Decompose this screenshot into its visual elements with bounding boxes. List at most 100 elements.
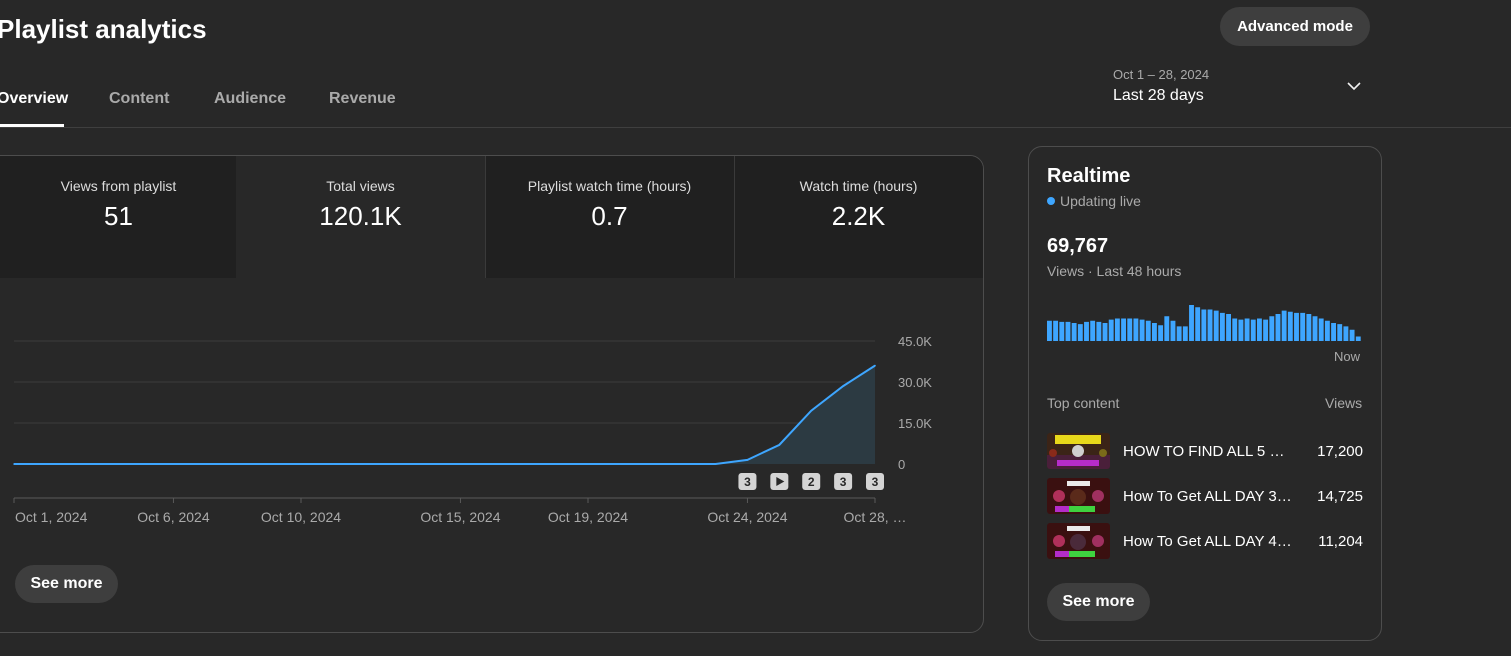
tab-content[interactable]: Content (109, 90, 169, 108)
realtime-bar (1133, 318, 1139, 341)
metric-label: Watch time (hours) (799, 178, 918, 194)
views-column-label: Views (1325, 395, 1363, 411)
annotation-marker-label: 3 (840, 475, 847, 489)
video-views: 17,200 (1317, 443, 1363, 460)
realtime-status-text: Updating live (1060, 193, 1141, 209)
data-point (13, 463, 15, 465)
realtime-bar (1306, 314, 1312, 341)
realtime-bar (1318, 318, 1324, 341)
annotation-marker-label: 3 (872, 475, 879, 489)
metric-divider (734, 156, 735, 278)
data-point (332, 463, 334, 465)
realtime-bar (1275, 314, 1281, 341)
metric-value: 120.1K (319, 201, 402, 231)
top-content-label: Top content (1047, 395, 1120, 411)
realtime-bar (1065, 321, 1071, 341)
data-point (395, 463, 398, 465)
top-content-item[interactable]: HOW TO FIND ALL 5 SKULLS 17,200 (1047, 433, 1363, 471)
realtime-bar (1263, 319, 1269, 341)
realtime-bar (1201, 309, 1207, 341)
metric-playlist-watch-time[interactable]: Playlist watch time (hours) 0.7 (485, 156, 734, 278)
data-point (746, 459, 749, 461)
annotation-marker-label: 2 (808, 475, 815, 489)
realtime-bar (1139, 319, 1145, 341)
realtime-bar (1349, 329, 1355, 341)
video-thumbnail (1047, 523, 1110, 559)
tab-overview[interactable]: Overview (0, 90, 68, 108)
data-point (236, 463, 239, 465)
metric-divider (485, 156, 486, 278)
series-line (14, 364, 876, 465)
realtime-bar (1331, 323, 1336, 341)
data-point (204, 463, 207, 465)
data-point (714, 463, 717, 465)
data-point (587, 463, 589, 465)
realtime-bar (1189, 305, 1194, 341)
data-point (491, 463, 494, 465)
realtime-bar (1269, 316, 1275, 341)
realtime-bar (1250, 319, 1256, 341)
data-point (427, 463, 430, 465)
video-views: 11,204 (1318, 533, 1363, 550)
data-point (523, 463, 526, 465)
realtime-bar (1108, 319, 1114, 341)
y-tick-label: 45.0K (898, 334, 932, 349)
chevron-down-icon (1347, 82, 1361, 91)
date-range-dates: Oct 1 – 28, 2024 (1113, 67, 1210, 82)
realtime-bar (1114, 318, 1120, 341)
realtime-bar (1238, 319, 1244, 341)
realtime-bar (1047, 320, 1052, 341)
realtime-count: 69,767 (1047, 235, 1109, 257)
realtime-bar (1158, 325, 1164, 341)
realtime-bar (1287, 311, 1293, 341)
y-tick-label: 30.0K (898, 375, 932, 390)
see-more-button[interactable]: See more (15, 565, 118, 603)
realtime-see-more-button[interactable]: See more (1047, 583, 1150, 621)
data-point (363, 463, 366, 465)
realtime-bar (1343, 326, 1349, 341)
metric-watch-time[interactable]: Watch time (hours) 2.2K (734, 156, 983, 278)
data-point (810, 409, 813, 412)
realtime-bar (1170, 320, 1176, 341)
video-title: How To Get ALL DAY 3 ITEMS (1123, 488, 1293, 505)
views-chart: 45.0K 30.0K 15.0K 0 Oct 1, 2024 Oct 6, 2024 Oc… (13, 334, 932, 525)
realtime-bar (1182, 326, 1188, 341)
advanced-mode-button[interactable]: Advanced mode (1220, 7, 1370, 46)
data-point (459, 463, 462, 465)
top-content-item[interactable]: How To Get ALL DAY 3 ITEMS 14,725 (1047, 478, 1363, 516)
realtime-now-label: Now (1334, 349, 1361, 364)
page-title: Playlist analytics (0, 14, 207, 44)
tab-audience[interactable]: Audience (214, 90, 286, 108)
y-tick-label: 15.0K (898, 416, 932, 431)
realtime-bar (1294, 312, 1299, 341)
x-tick-label: Oct 1, 2024 (15, 509, 88, 525)
date-range-picker[interactable]: Oct 1 – 28, 2024 Last 28 days (1113, 66, 1373, 116)
realtime-bar (1164, 316, 1170, 341)
realtime-bar (1219, 312, 1225, 341)
realtime-bar (1232, 318, 1238, 341)
data-point (45, 463, 47, 465)
metric-label: Total views (326, 178, 395, 194)
realtime-bar (1324, 320, 1330, 341)
realtime-title: Realtime (1047, 165, 1131, 187)
realtime-bar (1337, 324, 1343, 341)
metric-total-views[interactable]: Total views 120.1K (236, 156, 485, 278)
data-point (300, 463, 302, 465)
data-point (650, 463, 653, 465)
metric-views-from-playlist[interactable]: Views from playlist 51 (0, 156, 236, 278)
metric-value: 2.2K (831, 201, 886, 231)
realtime-status: Updating live (1047, 193, 1141, 209)
metric-value: 51 (104, 201, 133, 231)
realtime-bar (1300, 312, 1306, 341)
realtime-bar (1059, 321, 1065, 341)
metric-label: Playlist watch time (hours) (527, 178, 692, 194)
realtime-bar (1281, 310, 1287, 341)
video-thumbnail (1047, 433, 1110, 469)
realtime-bar (1102, 323, 1108, 341)
realtime-bar (1226, 314, 1231, 341)
top-content-item[interactable]: How To Get ALL DAY 4 ITEMS 11,204 (1047, 523, 1363, 561)
realtime-caption: Views · Last 48 hours (1047, 263, 1182, 279)
tab-revenue[interactable]: Revenue (329, 90, 396, 108)
data-point (619, 463, 621, 465)
realtime-bar (1121, 318, 1126, 341)
